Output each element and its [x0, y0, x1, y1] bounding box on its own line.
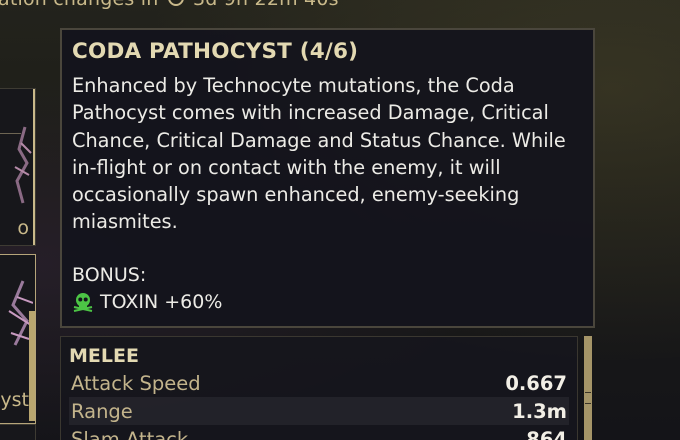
item-title: CODA PATHOCYST (4/6)	[72, 39, 359, 64]
stat-value: 1.3m	[512, 399, 567, 423]
stat-label: Attack Speed	[71, 371, 201, 395]
stat-value: 0.667	[505, 371, 567, 395]
item-card-previous[interactable]: o	[0, 88, 36, 246]
rotation-countdown: 3d 9h 22m 40s	[193, 0, 339, 10]
item-card-next[interactable]	[0, 424, 36, 440]
stat-label: Range	[71, 399, 133, 423]
bonus-label: BONUS:	[72, 263, 147, 286]
item-card-label: o	[17, 217, 29, 239]
bonus-text: TOXIN +60%	[100, 290, 223, 313]
item-card-selected[interactable]: yst	[0, 254, 36, 424]
item-tooltip: CODA PATHOCYST (4/6) Enhanced by Technoc…	[60, 28, 595, 328]
item-card-label: yst	[0, 389, 29, 411]
stat-row: Attack Speed 0.667	[69, 369, 569, 397]
clock-icon	[167, 0, 184, 6]
card-edge	[33, 89, 35, 245]
bonus-row: TOXIN +60%	[72, 289, 583, 316]
rotation-timer-label: ation changes in	[0, 0, 158, 10]
stats-panel[interactable]: MELEE Attack Speed 0.667 Range 1.3m Slam…	[60, 336, 578, 440]
item-description: Enhanced by Technocyte mutations, the Co…	[72, 74, 566, 234]
toxin-skull-icon	[73, 293, 93, 313]
stat-label: Slam Attack	[71, 427, 189, 440]
rotation-timer: ation changes in 3d 9h 22m 40s	[0, 0, 339, 10]
stats-scrollbar[interactable]	[584, 336, 592, 440]
stats-rows: Attack Speed 0.667 Range 1.3m Slam Attac…	[69, 369, 569, 440]
stat-row: Slam Attack 864	[69, 425, 569, 440]
weapon-art-icon	[14, 126, 32, 204]
stat-value: 864	[526, 427, 567, 440]
scrollbar-grip-icon[interactable]	[585, 392, 591, 404]
stat-row: Range 1.3m	[69, 397, 569, 425]
selection-bar	[29, 311, 35, 421]
stats-section-title: MELEE	[69, 345, 139, 367]
